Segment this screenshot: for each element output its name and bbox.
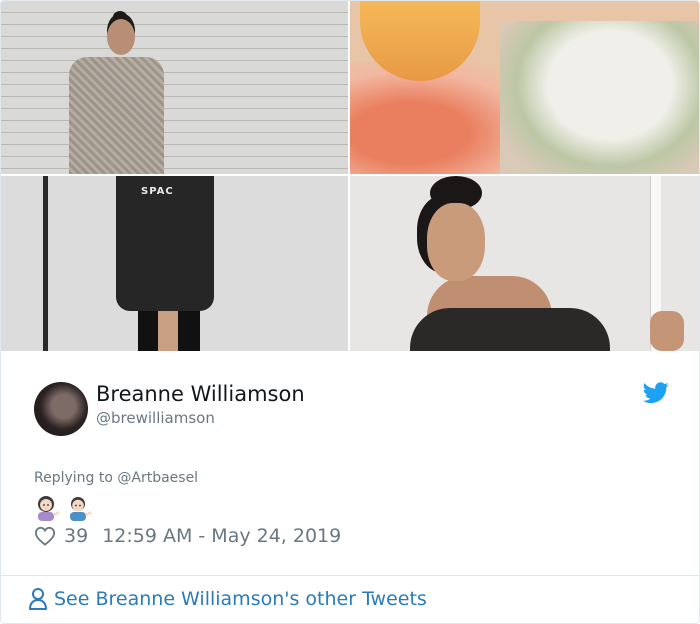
photo-detail	[500, 21, 699, 174]
heart-icon[interactable]	[34, 526, 56, 546]
photo-figure	[69, 11, 164, 174]
author-handle[interactable]: @brewilliamson	[96, 409, 215, 427]
media-photo-1[interactable]	[1, 1, 348, 174]
media-photo-3[interactable]: SPAC	[1, 176, 348, 351]
twitter-bird-icon[interactable]	[643, 382, 669, 404]
like-count[interactable]: 39	[64, 525, 88, 547]
tweet-timestamp[interactable]: 12:59 AM - May 24, 2019	[102, 525, 341, 547]
media-grid: SPAC	[1, 1, 699, 351]
replying-to[interactable]: Replying to @Artbaesel	[34, 470, 198, 486]
embedded-tweet-card: SPAC Breanne Williamson @brewilliamson R…	[0, 0, 700, 624]
woman-tipping-hand-emoji	[38, 496, 59, 521]
photo-detail	[410, 308, 610, 351]
avatar[interactable]	[34, 382, 88, 436]
media-photo-2[interactable]	[350, 1, 699, 174]
photo-face	[427, 203, 485, 281]
photo-detail	[138, 311, 200, 351]
photo-hoodie-text: SPAC	[141, 186, 174, 197]
person-icon	[29, 588, 47, 610]
see-other-tweets-link[interactable]: See Breanne Williamson's other Tweets	[28, 587, 427, 611]
author-name[interactable]: Breanne Williamson	[96, 382, 305, 406]
divider	[1, 575, 699, 576]
man-tipping-hand-emoji	[70, 497, 91, 521]
photo-detail	[43, 176, 48, 351]
media-photo-4[interactable]	[350, 176, 699, 351]
see-other-tweets-label[interactable]: See Breanne Williamson's other Tweets	[54, 588, 427, 610]
photo-background	[1, 1, 348, 174]
tweet-meta: 39 12:59 AM - May 24, 2019	[34, 525, 341, 547]
tweet-text	[34, 495, 92, 521]
photo-detail	[650, 311, 684, 351]
